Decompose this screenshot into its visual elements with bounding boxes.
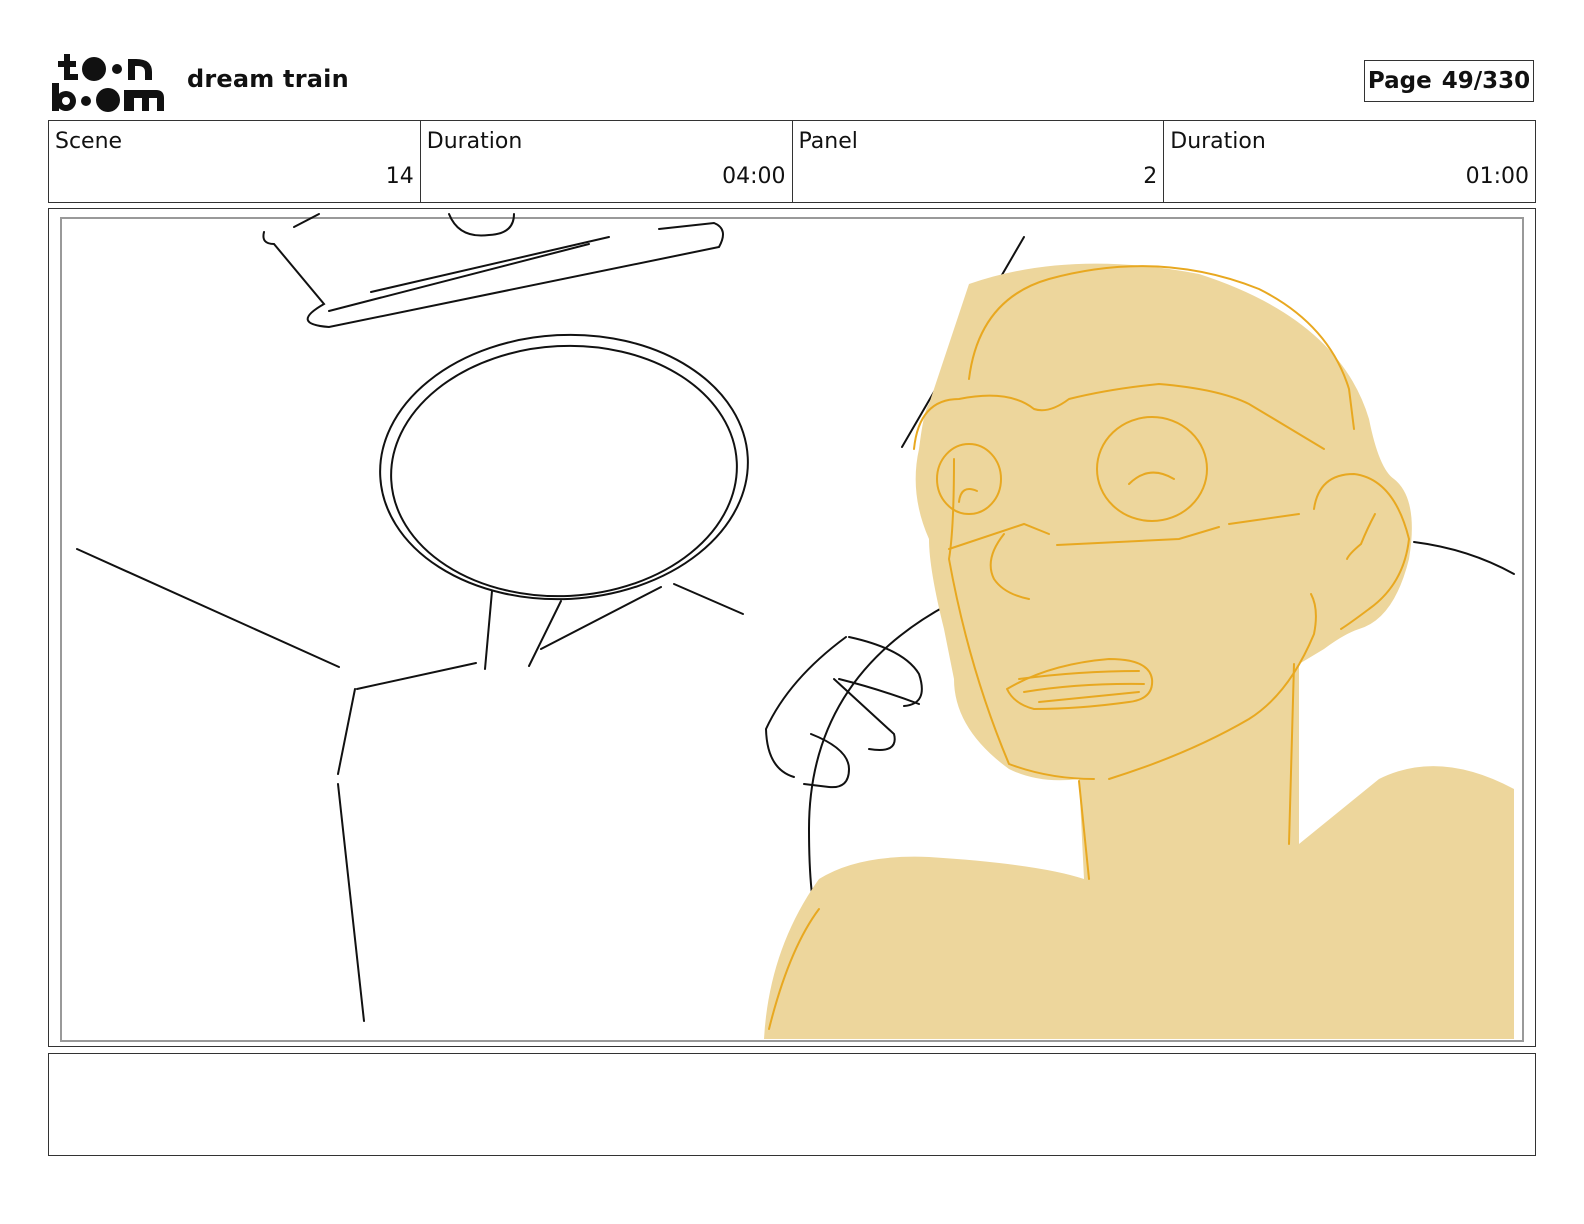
panel-cell: Panel 2 xyxy=(793,121,1165,202)
panel-notes-box[interactable] xyxy=(48,1053,1536,1156)
scene-info-table: Scene 14 Duration 04:00 Panel 2 Duration… xyxy=(48,120,1536,203)
panel-value: 2 xyxy=(1143,164,1158,189)
scene-duration-cell: Duration 04:00 xyxy=(421,121,793,202)
scene-duration-label: Duration xyxy=(426,129,523,154)
panel-duration-value: 01:00 xyxy=(1465,164,1529,189)
storyboard-sketch-image xyxy=(60,213,1524,1042)
toon-boom-logo-icon xyxy=(50,50,166,112)
panel-duration-label: Duration xyxy=(1170,129,1266,154)
storyboard-panel xyxy=(48,208,1536,1047)
panel-label: Panel xyxy=(798,129,858,154)
scene-value: 14 xyxy=(385,164,414,189)
project-title: dream train xyxy=(187,65,349,93)
character-figure xyxy=(764,263,1514,1039)
scene-label: Scene xyxy=(55,129,123,154)
page-indicator: Page 49/330 xyxy=(1364,60,1534,102)
scene-cell: Scene 14 xyxy=(49,121,421,202)
page-label: Page xyxy=(1367,68,1432,94)
page-number: 49/330 xyxy=(1441,68,1531,94)
panel-duration-cell: Duration 01:00 xyxy=(1164,121,1535,202)
scene-duration-value: 04:00 xyxy=(722,164,786,189)
logo-mark xyxy=(52,54,164,112)
